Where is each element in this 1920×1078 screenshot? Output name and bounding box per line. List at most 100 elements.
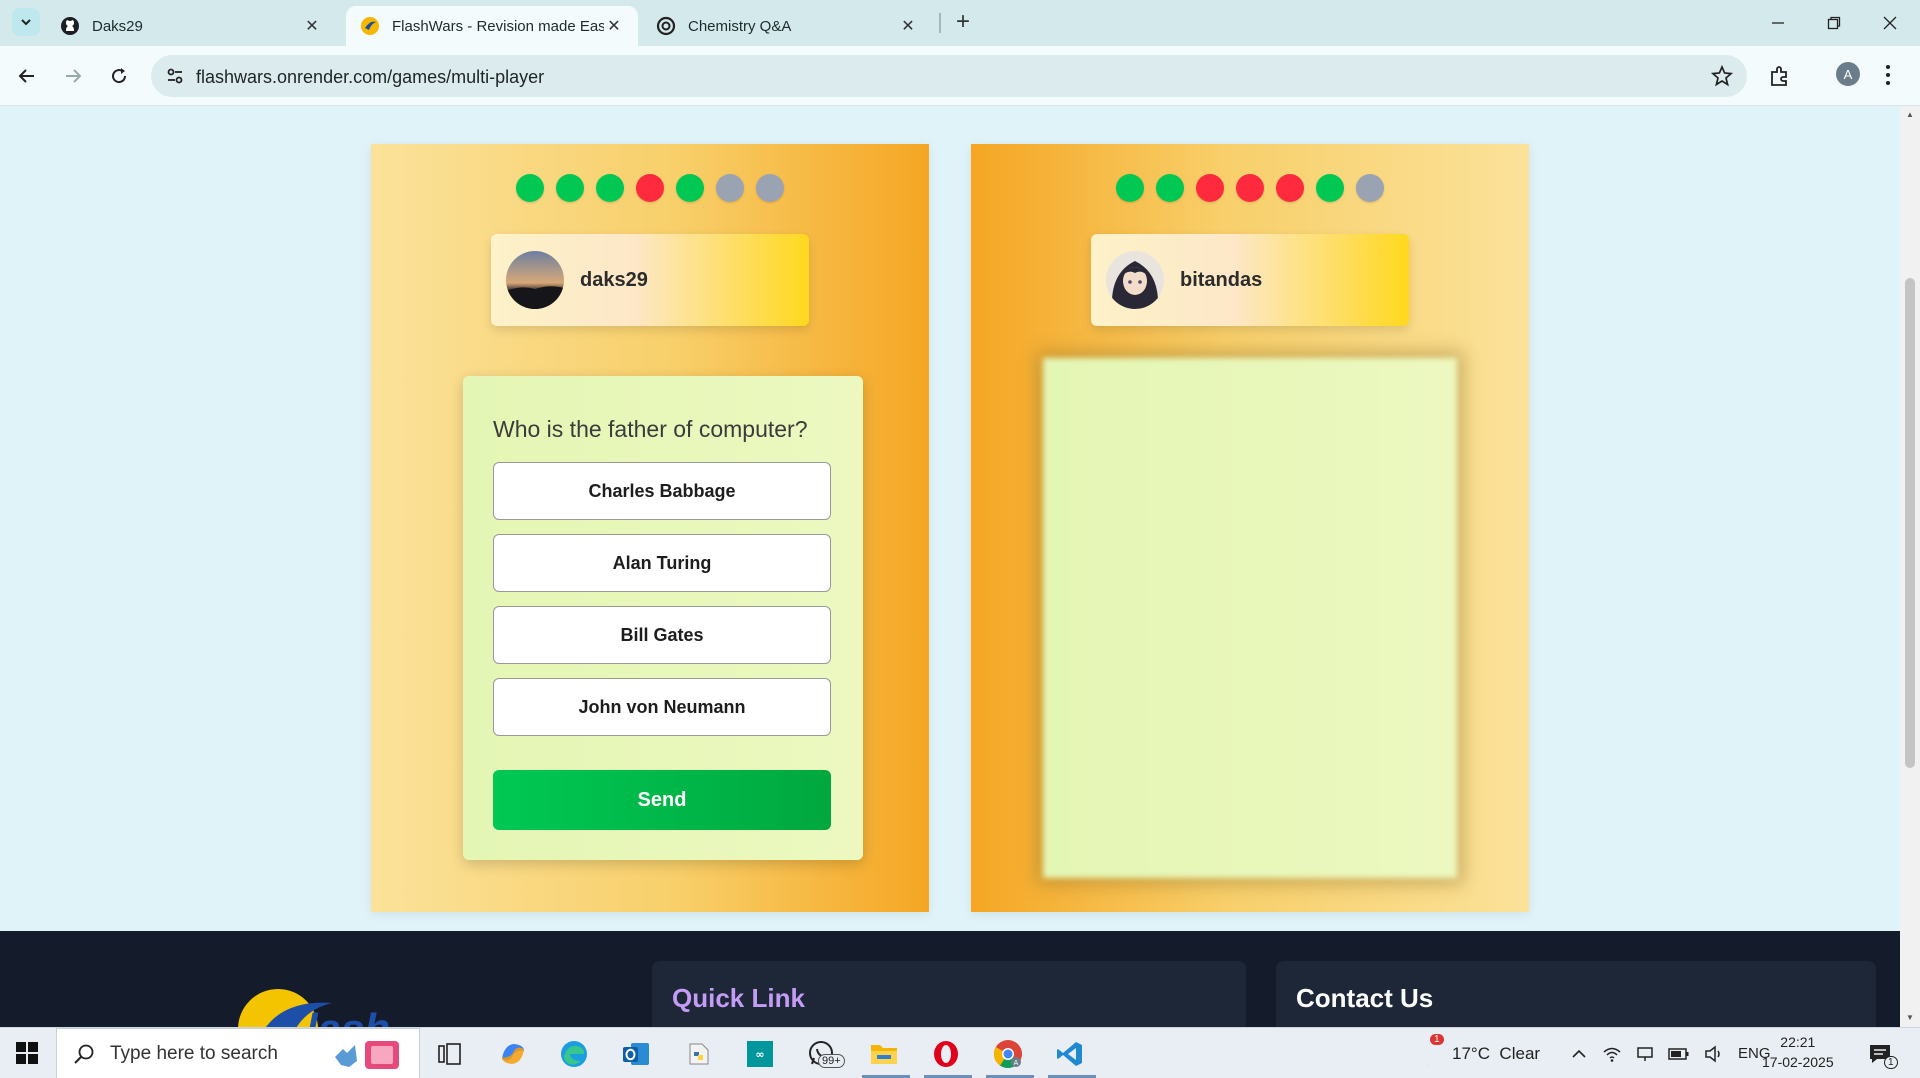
answer-option[interactable]: John von Neumann	[493, 678, 831, 736]
answer-option[interactable]: Alan Turing	[493, 534, 831, 592]
scrollbar-thumb[interactable]	[1905, 278, 1915, 768]
flashwars-icon	[360, 16, 380, 36]
arduino-icon[interactable]: ∞	[742, 1036, 778, 1072]
round-result-dot-correct	[556, 174, 584, 202]
reload-icon	[112, 68, 127, 84]
restore-button[interactable]	[1814, 8, 1854, 38]
copilot-icon[interactable]	[495, 1036, 531, 1072]
svg-text:lash: lash	[306, 1005, 390, 1027]
contact-title: Contact Us	[1296, 983, 1434, 1013]
weather-text: 17°C Clear	[1452, 1043, 1541, 1063]
search-highlight-icon	[335, 1041, 399, 1069]
reload-button[interactable]	[104, 61, 134, 91]
round-result-dot-correct	[1156, 174, 1184, 202]
answer-option[interactable]: Charles Babbage	[493, 462, 831, 520]
system-tray: ENG	[1570, 1028, 1771, 1078]
wifi-icon[interactable]	[1602, 1045, 1622, 1063]
player-card-left: daks29	[491, 234, 809, 326]
opponent-question-card-blurred	[1043, 358, 1457, 878]
tab-title: Chemistry Q&A	[688, 17, 792, 35]
question-card: Who is the father of computer? Charles B…	[463, 376, 863, 860]
player-name: daks29	[580, 268, 648, 291]
opera-icon[interactable]	[928, 1036, 964, 1072]
progress-dots-right	[1116, 174, 1384, 202]
edge-icon[interactable]	[556, 1036, 592, 1072]
close-tab-icon[interactable]: ✕	[302, 16, 322, 36]
tab-chemistry[interactable]: Chemistry Q&A ✕	[642, 6, 932, 46]
tab-flashwars[interactable]: FlashWars - Revision made Easy ✕	[346, 6, 638, 46]
github-icon	[60, 16, 80, 36]
outlook-icon[interactable]	[618, 1036, 654, 1072]
page-scrollbar[interactable]: ▲ ▼	[1900, 106, 1920, 1027]
arrow-right-icon	[66, 69, 82, 83]
display-icon[interactable]	[1636, 1045, 1654, 1063]
quick-links-section: Quick Link	[652, 961, 1246, 1027]
tab-title: FlashWars - Revision made Easy	[392, 17, 604, 35]
quick-links-title: Quick Link	[672, 983, 805, 1013]
player-panel-right: bitandas	[971, 144, 1529, 912]
avatar	[1106, 251, 1164, 309]
weather-widget[interactable]: 1 17°C Clear	[1414, 1028, 1540, 1078]
chrome-icon[interactable]: A	[990, 1036, 1026, 1072]
search-placeholder: Type here to search	[110, 1043, 278, 1064]
file-explorer-icon[interactable]	[866, 1036, 902, 1072]
battery-icon[interactable]	[1668, 1047, 1690, 1061]
clock-time: 22:21	[1780, 1034, 1816, 1050]
tab-title: Daks29	[92, 17, 143, 35]
taskbar-search-box[interactable]: Type here to search	[56, 1028, 420, 1078]
volume-icon[interactable]	[1704, 1044, 1724, 1063]
menu-kebab-icon[interactable]	[1884, 63, 1892, 87]
forward-button[interactable]	[58, 61, 88, 91]
tab-search-button[interactable]	[12, 8, 40, 36]
tab-separator	[939, 13, 941, 33]
chevron-up-icon[interactable]	[1570, 1045, 1588, 1063]
arrow-left-icon	[18, 69, 34, 83]
profile-avatar[interactable]: A	[1836, 62, 1860, 86]
close-tab-icon[interactable]: ✕	[898, 16, 918, 36]
round-result-dot-correct	[596, 174, 624, 202]
send-button[interactable]: Send	[493, 770, 831, 830]
close-tab-icon[interactable]: ✕	[604, 16, 624, 36]
site-info-icon[interactable]	[165, 66, 185, 86]
task-view-icon[interactable]	[432, 1036, 468, 1072]
omnibox[interactable]: flashwars.onrender.com/games/multi-playe…	[151, 55, 1747, 97]
contact-section: Contact Us	[1276, 961, 1876, 1027]
vscode-icon[interactable]	[1052, 1036, 1088, 1072]
action-center-button[interactable]: 1	[1868, 1028, 1898, 1078]
svg-text:A: A	[1014, 1060, 1019, 1067]
minimize-icon	[1772, 22, 1784, 24]
browser-tab-bar: Daks29 ✕ FlashWars - Revision made Easy …	[0, 0, 1920, 46]
round-result-dot-pending	[756, 174, 784, 202]
flashwars-logo: lash	[238, 989, 390, 1027]
round-result-dot-wrong	[1196, 174, 1224, 202]
bookmark-star-icon[interactable]	[1711, 65, 1733, 87]
close-icon	[1883, 16, 1897, 30]
taskbar-clock[interactable]: 22:21 17-02-2025	[1762, 1032, 1834, 1072]
new-tab-button[interactable]: +	[950, 8, 976, 35]
chevron-down-icon	[21, 19, 31, 26]
round-result-dot-correct	[1116, 174, 1144, 202]
minimize-button[interactable]	[1758, 8, 1798, 38]
url-text: flashwars.onrender.com/games/multi-playe…	[196, 67, 545, 87]
restore-icon	[1827, 16, 1841, 30]
page-viewport: daks29 Who is the father of computer? Ch…	[0, 106, 1900, 1027]
back-button[interactable]	[12, 61, 42, 91]
windows-start-icon[interactable]	[16, 1042, 38, 1064]
answer-option[interactable]: Bill Gates	[493, 606, 831, 664]
scroll-up-arrow-icon[interactable]: ▲	[1905, 110, 1915, 120]
weather-badge: 1	[1430, 1034, 1444, 1045]
player-name: bitandas	[1180, 268, 1263, 291]
close-window-button[interactable]	[1870, 8, 1910, 38]
windows-taskbar: Type here to search ∞ 99+ A 1 17°C Clear	[0, 1027, 1920, 1078]
tab-daks29[interactable]: Daks29 ✕	[46, 6, 336, 46]
site-footer: lash Quick Link Contact Us	[0, 931, 1900, 1027]
notification-badge: 99+	[818, 1054, 845, 1068]
round-result-dot-wrong	[1236, 174, 1264, 202]
extensions-puzzle-icon[interactable]	[1768, 64, 1792, 88]
python-icon[interactable]	[680, 1036, 716, 1072]
round-result-dot-correct	[1316, 174, 1344, 202]
player-card-right: bitandas	[1091, 234, 1409, 326]
scroll-down-arrow-icon[interactable]: ▼	[1905, 1013, 1915, 1023]
action-center-count: 1	[1884, 1056, 1898, 1069]
round-result-dot-pending	[716, 174, 744, 202]
